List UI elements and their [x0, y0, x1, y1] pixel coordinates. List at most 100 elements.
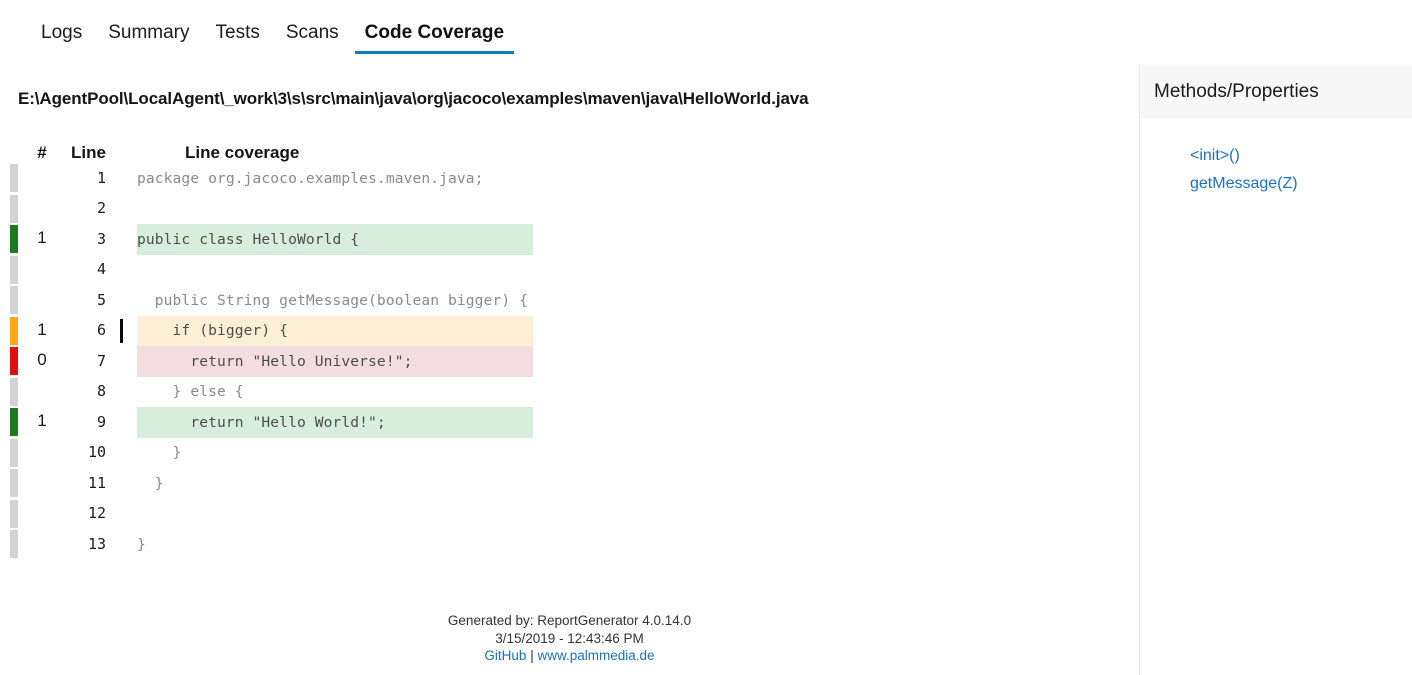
code-cell: if (bigger) { [137, 315, 1139, 346]
coverage-bar-cell [0, 438, 18, 469]
coverage-bar-cell [0, 194, 18, 225]
branch-tick-cell [106, 285, 137, 316]
coverage-row: 12 [0, 499, 1139, 530]
tab-summary[interactable]: Summary [95, 23, 202, 54]
tab-tests[interactable]: Tests [203, 23, 273, 54]
branch-tick-cell [106, 468, 137, 499]
coverage-status-bar [10, 469, 18, 498]
coverage-status-bar [10, 377, 18, 406]
line-number: 5 [96, 290, 106, 309]
coverage-row: 2 [0, 194, 1139, 225]
coverage-row: 1 9 return "Hello World!"; [0, 407, 1139, 438]
branch-indicator-icon [120, 318, 123, 343]
code-text: } else { [137, 383, 244, 401]
hit-count [18, 529, 66, 560]
code-cell: } [137, 438, 1139, 469]
coverage-bar-cell [0, 224, 18, 255]
line-number: 7 [96, 351, 106, 370]
coverage-row: 1 package org.jacoco.examples.maven.java; [0, 163, 1139, 194]
coverage-status-bar [10, 408, 18, 437]
methods-properties-title: Methods/Properties [1140, 65, 1412, 118]
footer-timestamp: 3/15/2019 - 12:43:46 PM [495, 630, 644, 646]
method-link[interactable]: <init>() [1190, 142, 1412, 170]
code-text: return "Hello World!"; [137, 413, 386, 431]
branch-tick-cell [106, 224, 137, 255]
line-number: 11 [87, 473, 106, 492]
code-cell: return "Hello Universe!"; [137, 346, 1139, 377]
coverage-status-bar [10, 499, 18, 528]
hit-count [18, 255, 66, 286]
line-number: 12 [87, 504, 106, 523]
coverage-row: 5 public String getMessage(boolean bigge… [0, 285, 1139, 316]
line-number: 1 [96, 168, 106, 187]
code-text: } [137, 535, 146, 553]
method-link[interactable]: getMessage(Z) [1190, 170, 1412, 198]
code-cell: public String getMessage(boolean bigger)… [137, 285, 1139, 316]
coverage-bar-cell [0, 316, 18, 347]
hit-count [18, 285, 66, 316]
line-number: 6 [96, 321, 106, 340]
coverage-bar-cell [0, 377, 18, 408]
methods-properties-list: <init>() getMessage(Z) [1140, 118, 1412, 198]
code-cell [137, 499, 1139, 530]
coverage-row: 1 6 if (bigger) { [0, 315, 1139, 347]
hit-count: 1 [37, 319, 47, 339]
line-number: 10 [87, 443, 106, 462]
coverage-row: 11 } [0, 468, 1139, 499]
footer-link-separator: | [530, 648, 534, 663]
hit-count: 0 [37, 350, 47, 370]
tab-logs[interactable]: Logs [28, 23, 95, 54]
code-text: } [137, 444, 182, 462]
code-cell: } [137, 468, 1139, 499]
hit-count [18, 468, 66, 499]
coverage-status-bar [10, 194, 18, 223]
methods-properties-panel: Methods/Properties <init>() getMessage(Z) [1139, 65, 1412, 675]
coverage-row: 4 [0, 255, 1139, 286]
branch-tick-cell [106, 163, 137, 194]
code-cell [137, 194, 1139, 225]
header-line: Line [71, 143, 106, 162]
footer-generated-by: Generated by: ReportGenerator 4.0.14.0 [447, 613, 692, 628]
coverage-status-bar [10, 316, 18, 345]
hit-count [18, 194, 66, 225]
code-text: public String getMessage(boolean bigger)… [137, 291, 528, 309]
line-number: 4 [96, 260, 106, 279]
code-text: } [137, 474, 164, 492]
hit-count [18, 163, 66, 194]
coverage-status-bar [10, 530, 18, 559]
line-number: 9 [96, 412, 106, 431]
footer: Generated by: ReportGenerator 4.0.14.0 3… [0, 612, 1139, 665]
line-number: 13 [87, 534, 106, 553]
coverage-bar-cell [0, 255, 18, 286]
coverage-status-bar [10, 438, 18, 467]
code-text: if (bigger) { [137, 322, 289, 340]
branch-tick-cell [106, 194, 137, 225]
code-cell: } else { [137, 377, 1139, 408]
branch-tick-cell [106, 529, 137, 560]
header-line-coverage: Line coverage [185, 143, 300, 162]
tab-code-coverage[interactable]: Code Coverage [352, 23, 517, 54]
coverage-table-header: # Line Line coverage [0, 135, 1139, 163]
coverage-row: 13} [0, 529, 1139, 560]
tab-scans[interactable]: Scans [273, 23, 352, 54]
footer-links: GitHub | www.palmmedia.de [0, 647, 1139, 665]
hit-count: 1 [37, 411, 47, 431]
hit-count [18, 438, 66, 469]
page-title: E:\AgentPool\LocalAgent\_work\3\s\src\ma… [18, 89, 809, 108]
code-cell: public class HelloWorld { [137, 224, 1139, 255]
code-coverage-page: Logs Summary Tests Scans Code Coverage E:\Ag… [0, 0, 1412, 675]
header-hits: # [37, 143, 47, 162]
coverage-bar-cell [0, 499, 18, 530]
coverage-table: # Line Line coverage 1 package org.jacoco… [0, 135, 1139, 560]
coverage-status-bar [10, 255, 18, 284]
branch-tick-cell [106, 316, 137, 347]
coverage-bar-cell [0, 346, 18, 377]
coverage-status-bar [10, 164, 18, 193]
palmmedia-link[interactable]: www.palmmedia.de [538, 648, 655, 663]
code-cell: package org.jacoco.examples.maven.java; [137, 163, 1139, 194]
branch-tick-cell [106, 255, 137, 286]
github-link[interactable]: GitHub [484, 648, 526, 663]
code-cell: return "Hello World!"; [137, 407, 1139, 438]
code-text: package org.jacoco.examples.maven.java; [137, 169, 484, 187]
code-cell: } [137, 529, 1139, 560]
